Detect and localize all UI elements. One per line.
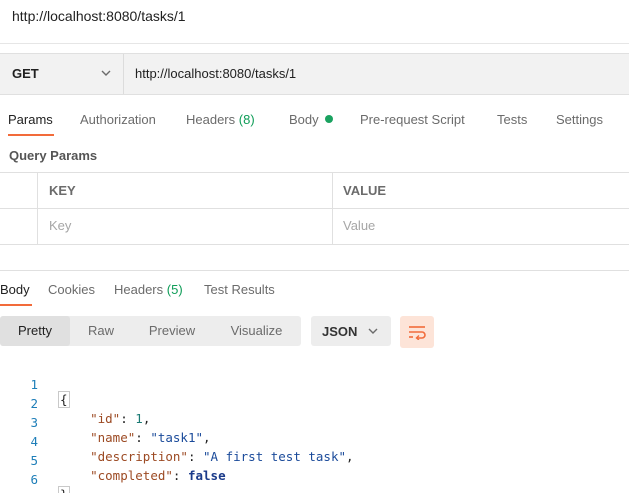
method-label: GET <box>12 66 39 81</box>
column-divider <box>37 173 38 244</box>
response-tab-headers[interactable]: Headers (5) <box>114 282 183 297</box>
preview-button[interactable]: Preview <box>132 316 212 346</box>
language-label: JSON <box>322 324 358 339</box>
raw-button[interactable]: Raw <box>70 316 132 346</box>
request-tabs: Params Authorization Headers (8) Body Pr… <box>0 112 629 136</box>
response-tab-headers-label: Headers <box>114 282 164 297</box>
tab-tests[interactable]: Tests <box>497 112 527 127</box>
language-select[interactable]: JSON <box>311 316 391 346</box>
close-brace: } <box>58 486 70 493</box>
response-tab-body[interactable]: Body <box>0 282 30 297</box>
key-column-header: KEY <box>49 183 76 198</box>
table-row-divider <box>0 208 629 209</box>
pretty-button[interactable]: Pretty <box>0 316 70 346</box>
code-line: 4 "description": "A first test task", <box>0 419 629 464</box>
chevron-down-icon <box>368 328 378 334</box>
divider <box>0 43 629 44</box>
tab-body[interactable]: Body <box>289 112 333 127</box>
value-input[interactable]: Value <box>343 218 375 233</box>
tab-settings[interactable]: Settings <box>556 112 603 127</box>
postman-window: http://localhost:8080/tasks/1 GET http:/… <box>0 0 629 493</box>
response-tab-cookies[interactable]: Cookies <box>48 282 95 297</box>
headers-count: (8) <box>238 112 255 127</box>
query-params-table: KEY VALUE Key Value <box>0 172 629 245</box>
column-divider <box>332 173 333 244</box>
request-bar: GET http://localhost:8080/tasks/1 <box>0 53 629 95</box>
response-headers-count: (5) <box>166 282 183 297</box>
status-dot-icon <box>324 115 333 123</box>
response-tab-test-results[interactable]: Test Results <box>204 282 275 297</box>
tab-body-label: Body <box>289 112 319 127</box>
wrap-lines-button[interactable] <box>400 316 434 348</box>
chevron-down-icon <box>101 70 111 76</box>
value-column-header: VALUE <box>343 183 387 198</box>
visualize-button[interactable]: Visualize <box>212 316 301 346</box>
code-line: 3 "name": "task1", <box>0 400 629 445</box>
code-source: } <box>58 486 70 493</box>
code-line: 5 "completed": false <box>0 438 629 483</box>
url-input[interactable]: http://localhost:8080/tasks/1 <box>135 66 296 81</box>
tab-params[interactable]: Params <box>8 112 53 127</box>
line-number: 6 <box>30 472 38 487</box>
view-mode-group: Pretty Raw Preview Visualize <box>0 316 301 346</box>
method-select[interactable]: GET <box>0 54 124 94</box>
active-tab-indicator <box>8 134 54 136</box>
response-divider <box>0 270 629 271</box>
active-response-tab-indicator <box>0 304 32 306</box>
key-input[interactable]: Key <box>49 218 71 233</box>
tab-pre-request-script[interactable]: Pre-request Script <box>360 112 465 127</box>
tab-headers-label: Headers <box>186 112 236 127</box>
tab-authorization[interactable]: Authorization <box>80 112 156 127</box>
query-params-title: Query Params <box>9 148 98 163</box>
code-line: 6 } <box>0 457 629 493</box>
code-line: 2 "id": 1, <box>0 381 629 426</box>
wrap-lines-icon <box>409 326 426 340</box>
code-line: 1 { <box>0 362 629 408</box>
response-body-code[interactable]: 1 { 2 "id": 1, 3 "name": "task1", 4 "des… <box>0 358 629 493</box>
address-title: http://localhost:8080/tasks/1 <box>12 8 186 24</box>
tab-headers[interactable]: Headers (8) <box>186 112 255 127</box>
